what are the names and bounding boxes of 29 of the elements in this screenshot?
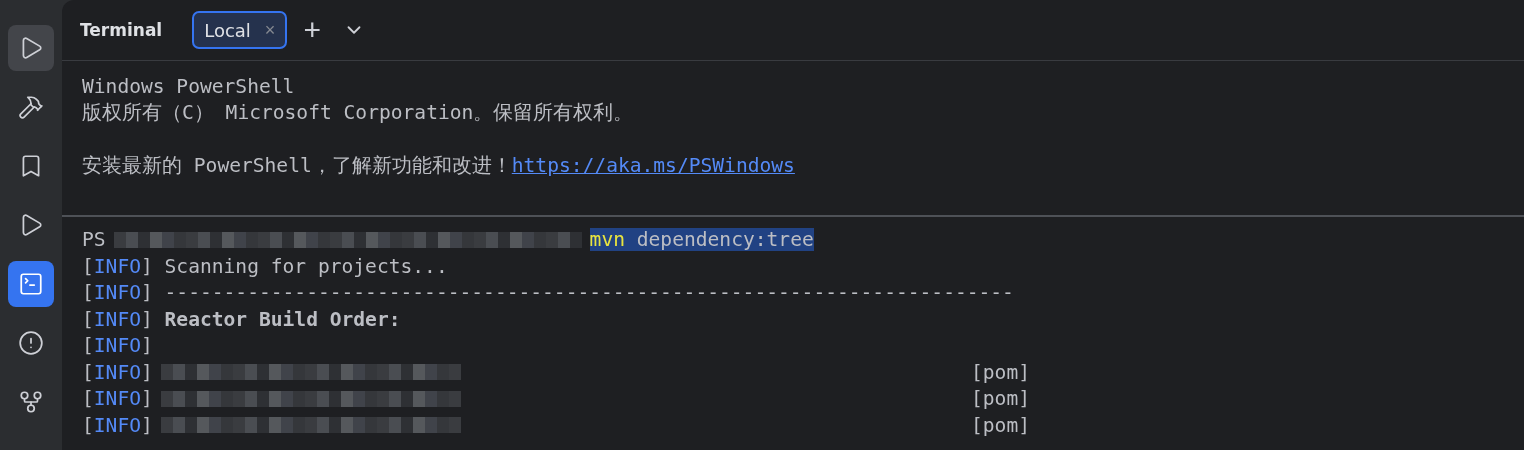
alert-icon [18, 330, 44, 356]
tool-window-button[interactable] [8, 25, 54, 71]
branch-icon [18, 389, 44, 415]
terminal-text: Windows PowerShell [82, 74, 295, 98]
prompt-text: PS [82, 228, 106, 252]
log-level-tag: [INFO] [82, 413, 153, 437]
log-level-tag: [INFO] [82, 254, 153, 278]
link[interactable]: https://aka.ms/PSWindows [511, 154, 795, 178]
log-level-tag: [INFO] [82, 281, 153, 305]
log-level-tag: [INFO] [82, 307, 153, 331]
close-button[interactable]: × [264, 19, 276, 41]
terminal-icon [18, 271, 44, 297]
terminal-text: [pom] [971, 360, 1030, 384]
tool-window-button[interactable] [8, 261, 54, 307]
panel-title: Terminal [80, 20, 163, 40]
terminal-text: [pom] [971, 413, 1030, 437]
terminal-tab[interactable]: Local × [192, 11, 288, 49]
terminal-text: 版权所有（C） Microsoft Corporation。保留所有权利。 [82, 100, 634, 127]
terminal-text: Reactor Build Order: [163, 307, 401, 331]
terminal-text: [pom] [971, 387, 1030, 411]
log-level-tag: [INFO] [82, 387, 153, 411]
terminal-text: 安装最新的 PowerShell，了解新功能和改进！ [82, 153, 512, 180]
command-text: mvn dependency:tree [589, 228, 814, 252]
terminal-text: ------------------------------------------------------------------------ [163, 281, 1014, 305]
log-level-tag: [INFO] [82, 334, 153, 358]
log-level-tag: [INFO] [82, 360, 153, 384]
new-tab-button[interactable]: + [297, 15, 327, 45]
terminal-text: Scanning for projects... [163, 254, 448, 278]
hammer-icon [18, 94, 44, 120]
